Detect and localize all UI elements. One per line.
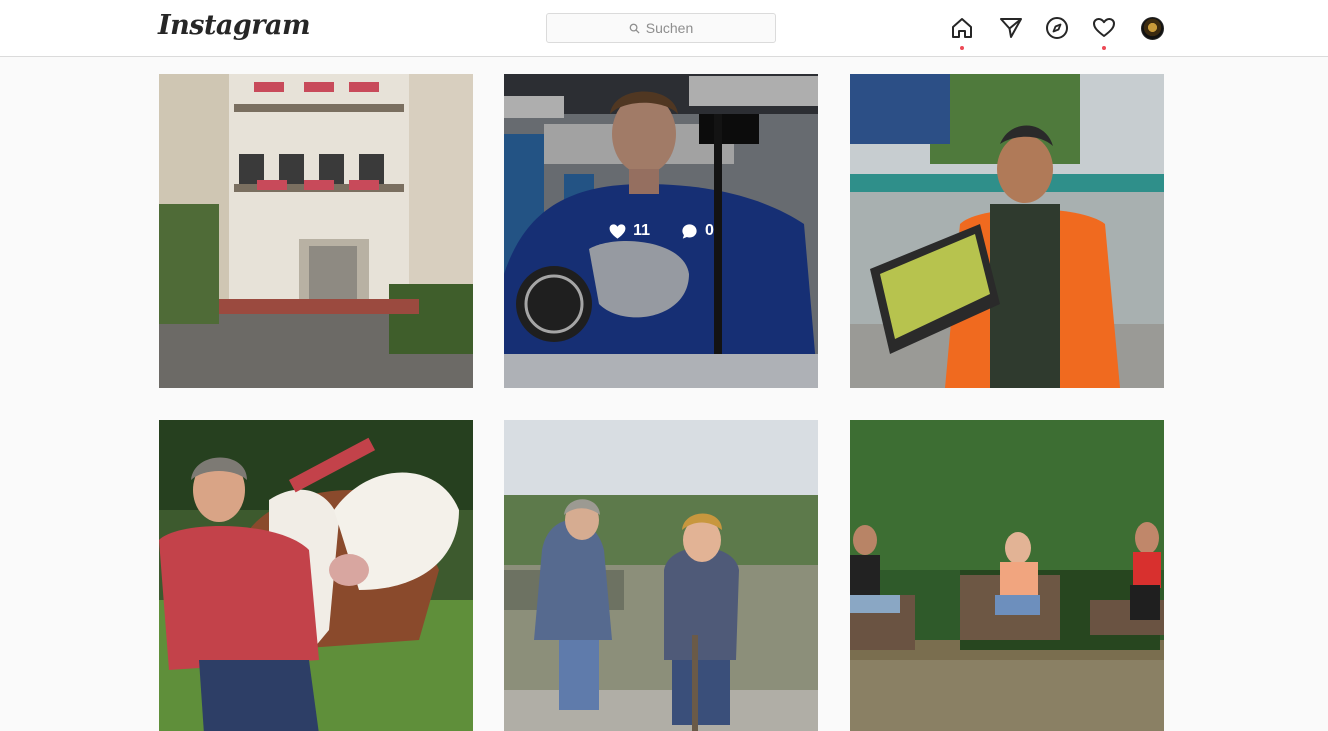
post-tile-building[interactable] <box>159 74 473 388</box>
like-count-value: 11 <box>633 222 650 239</box>
activity-notification-dot <box>1102 46 1106 50</box>
post-tile-hockey-player[interactable]: 11 0 <box>504 74 818 388</box>
home-notification-dot <box>960 46 964 50</box>
comment-filled-icon <box>682 223 697 239</box>
post-tile-market-vendor[interactable] <box>850 74 1164 388</box>
search-input[interactable]: Suchen <box>546 13 776 43</box>
post-tile-woman-cows[interactable] <box>159 420 473 731</box>
activity-heart-icon <box>1093 18 1115 37</box>
home-button[interactable] <box>948 14 976 50</box>
comment-count: 0 <box>680 222 714 241</box>
profile-avatar[interactable] <box>1141 17 1164 40</box>
search-placeholder: Suchen <box>645 20 694 36</box>
search-icon <box>629 23 640 34</box>
post-hover-overlay: 11 0 <box>504 74 818 388</box>
post-image-people-benches <box>850 420 1164 731</box>
direct-messages-button[interactable] <box>997 14 1025 42</box>
explore-icon <box>1046 17 1068 39</box>
heart-filled-icon <box>609 223 626 239</box>
post-image-market-vendor <box>850 74 1164 388</box>
comment-count-value: 0 <box>705 222 714 239</box>
top-navigation-bar: Instagram Suchen <box>0 0 1328 57</box>
post-tile-people-benches[interactable] <box>850 420 1164 731</box>
direct-icon <box>1000 18 1022 38</box>
explore-button[interactable] <box>1043 14 1071 42</box>
post-image-building <box>159 74 473 388</box>
activity-button[interactable] <box>1090 14 1118 50</box>
post-tile-children-hill[interactable] <box>504 420 818 731</box>
like-count: 11 <box>608 222 650 241</box>
post-image-children-hill <box>504 420 818 731</box>
home-icon <box>952 18 972 38</box>
instagram-logo[interactable]: Instagram <box>158 10 311 41</box>
post-image-woman-cows <box>159 420 473 731</box>
